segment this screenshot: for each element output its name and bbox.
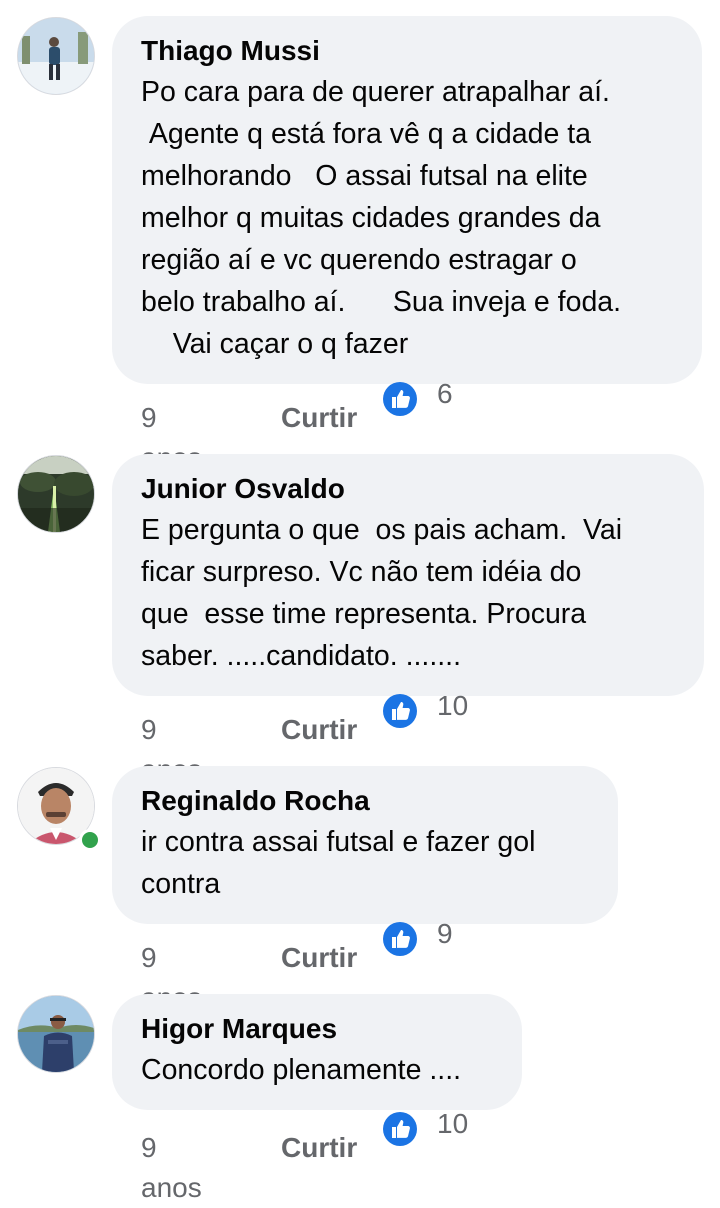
like-button[interactable]: Curtir bbox=[281, 938, 357, 978]
like-icon[interactable] bbox=[383, 922, 417, 956]
reaction-count[interactable]: 10 bbox=[437, 686, 468, 726]
like-icon[interactable] bbox=[383, 1112, 417, 1146]
comment-author[interactable]: Higor Marques bbox=[141, 1012, 492, 1046]
comment-item: Thiago Mussi Po cara para de querer atra… bbox=[0, 0, 720, 473]
comment-text: Po cara para de querer atrapalhar aí. Ag… bbox=[141, 76, 622, 360]
comment-text: Concordo plenamente .... bbox=[141, 1054, 462, 1086]
reaction-count[interactable]: 6 bbox=[437, 374, 453, 414]
comment-timestamp[interactable]: 9 anos bbox=[141, 1128, 202, 1208]
comment-item: Higor Marques Concordo plenamente .... 9… bbox=[0, 990, 720, 1203]
comment-author[interactable]: Reginaldo Rocha bbox=[141, 784, 588, 818]
avatar[interactable] bbox=[17, 995, 95, 1073]
like-button[interactable]: Curtir bbox=[281, 1128, 357, 1168]
like-icon[interactable] bbox=[383, 382, 417, 416]
profile-photo-landscape-icon bbox=[18, 456, 94, 532]
comment-bubble: Junior Osvaldo E pergunta o que os pais … bbox=[112, 454, 704, 696]
comment-author[interactable]: Thiago Mussi bbox=[141, 34, 672, 68]
comment-bubble: Reginaldo Rocha ir contra assai futsal e… bbox=[112, 766, 618, 924]
reaction-count[interactable]: 9 bbox=[437, 914, 453, 954]
comment-item: Reginaldo Rocha ir contra assai futsal e… bbox=[0, 760, 720, 1013]
avatar[interactable] bbox=[17, 17, 95, 95]
comment-bubble: Thiago Mussi Po cara para de querer atra… bbox=[112, 16, 702, 384]
online-status-icon bbox=[79, 829, 101, 851]
like-icon[interactable] bbox=[383, 694, 417, 728]
profile-photo-snow-icon bbox=[18, 18, 94, 94]
comment-text: E pergunta o que os pais acham. Vai fica… bbox=[141, 514, 623, 672]
like-button[interactable]: Curtir bbox=[281, 710, 357, 750]
like-button[interactable]: Curtir bbox=[281, 398, 357, 438]
comment-author[interactable]: Junior Osvaldo bbox=[141, 472, 674, 506]
comment-item: Junior Osvaldo E pergunta o que os pais … bbox=[0, 440, 720, 785]
reaction-count[interactable]: 10 bbox=[437, 1104, 468, 1144]
avatar[interactable] bbox=[17, 455, 95, 533]
comment-text: ir contra assai futsal e fazer gol contr… bbox=[141, 826, 536, 900]
comment-bubble: Higor Marques Concordo plenamente .... bbox=[112, 994, 522, 1110]
profile-photo-boat-icon bbox=[18, 996, 94, 1072]
